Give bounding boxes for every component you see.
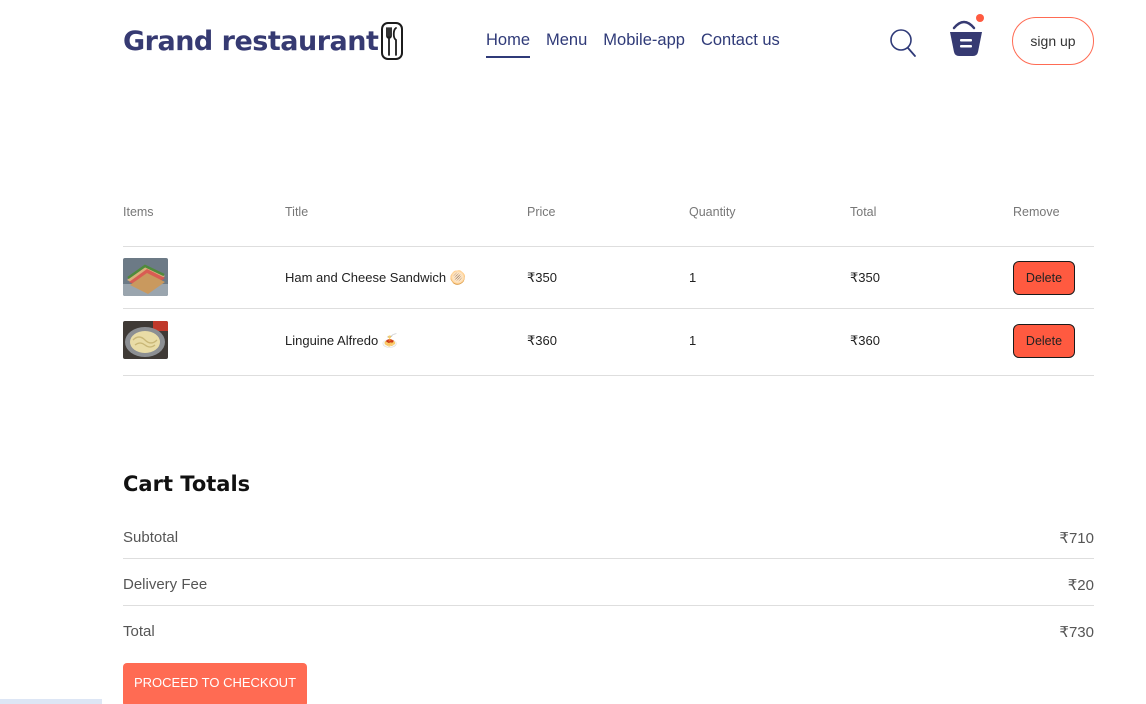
fork-knife-icon — [381, 22, 404, 60]
cart-totals-title: Cart Totals — [123, 472, 251, 496]
item-title: Linguine Alfredo 🍝 — [285, 333, 399, 348]
total-label: Total — [123, 623, 155, 640]
item-total: ₹350 — [850, 270, 880, 285]
item-title: Ham and Cheese Sandwich 🫓 — [285, 270, 466, 285]
divider — [123, 308, 1094, 309]
pasta-thumbnail — [123, 321, 168, 359]
cart-notification-dot — [976, 14, 984, 22]
col-remove: Remove — [1013, 205, 1060, 219]
cart-row: Ham and Cheese Sandwich 🫓 ₹350 1 ₹350 De… — [123, 258, 1094, 298]
divider — [123, 558, 1094, 559]
total-value: ₹730 — [1059, 624, 1094, 641]
nav-mobile-app[interactable]: Mobile-app — [603, 31, 685, 58]
col-items: Items — [123, 205, 154, 219]
delivery-fee-row: Delivery Fee ₹20 — [123, 576, 1094, 600]
divider — [123, 605, 1094, 606]
item-quantity: 1 — [689, 333, 697, 348]
main-nav: Home Menu Mobile-app Contact us — [486, 31, 796, 58]
cart-table-header: Items Title Price Quantity Total Remove — [123, 205, 1094, 225]
divider — [123, 246, 1094, 247]
divider — [123, 375, 1094, 376]
sandwich-thumbnail — [123, 258, 168, 296]
subtotal-label: Subtotal — [123, 529, 179, 546]
delete-button[interactable]: Delete — [1013, 324, 1075, 358]
total-row: Total ₹730 — [123, 623, 1094, 647]
logo-text: Grand restaurant — [123, 25, 379, 57]
item-price: ₹360 — [527, 333, 557, 348]
subtotal-row: Subtotal ₹710 — [123, 529, 1094, 553]
col-title: Title — [285, 205, 309, 219]
item-total: ₹360 — [850, 333, 880, 348]
subtotal-value: ₹710 — [1059, 530, 1094, 547]
cart-row: Linguine Alfredo 🍝 ₹360 1 ₹360 Delete — [123, 321, 1094, 361]
nav-contact-us[interactable]: Contact us — [701, 31, 780, 58]
delivery-fee-value: ₹20 — [1067, 577, 1094, 594]
proceed-to-checkout-button[interactable]: PROCEED TO CHECKOUT — [123, 663, 307, 704]
search-icon[interactable] — [889, 27, 917, 59]
basket-icon[interactable] — [947, 14, 987, 60]
delete-button[interactable]: Delete — [1013, 261, 1075, 295]
nav-home[interactable]: Home — [486, 31, 531, 58]
logo[interactable]: Grand restaurant — [123, 22, 404, 60]
item-quantity: 1 — [689, 270, 697, 285]
nav-menu[interactable]: Menu — [546, 31, 587, 58]
col-quantity: Quantity — [689, 205, 736, 219]
item-price: ₹350 — [527, 270, 557, 285]
signup-button[interactable]: sign up — [1012, 17, 1094, 65]
scroll-indicator — [0, 699, 102, 704]
col-price: Price — [527, 205, 556, 219]
delivery-fee-label: Delivery Fee — [123, 576, 208, 593]
col-total: Total — [850, 205, 877, 219]
